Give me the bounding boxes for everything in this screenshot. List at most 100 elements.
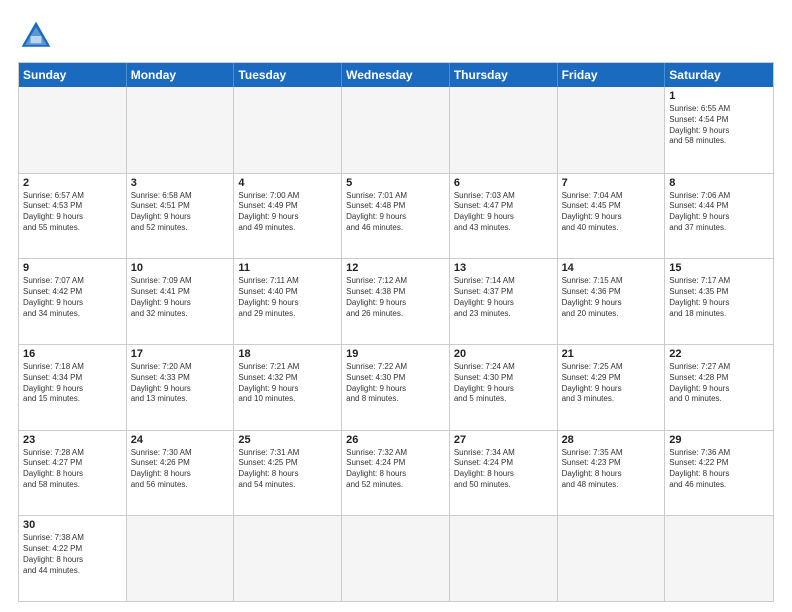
day-number: 28 (562, 434, 661, 446)
cal-cell: 14 Sunrise: 7:15 AM Sunset: 4:36 PM Dayli… (558, 259, 666, 344)
sun-info: Sunrise: 7:30 AM Sunset: 4:26 PM Dayligh… (131, 448, 230, 491)
day-number: 11 (238, 262, 337, 274)
day-number: 12 (346, 262, 445, 274)
sun-info: Sunrise: 7:09 AM Sunset: 4:41 PM Dayligh… (131, 276, 230, 319)
sun-info: Sunrise: 7:28 AM Sunset: 4:27 PM Dayligh… (23, 448, 122, 491)
sun-info: Sunrise: 7:35 AM Sunset: 4:23 PM Dayligh… (562, 448, 661, 491)
day-number: 21 (562, 348, 661, 360)
cal-cell: 25Sunrise: 7:31 AM Sunset: 4:25 PM Dayli… (234, 431, 342, 516)
sun-info: Sunrise: 6:57 AM Sunset: 4:53 PM Dayligh… (23, 191, 122, 234)
cal-cell: 16 Sunrise: 7:18 AM Sunset: 4:34 PM Dayli… (19, 345, 127, 430)
sun-info: Sunrise: 7:21 AM Sunset: 4:32 PM Dayligh… (238, 362, 337, 405)
cal-cell: 6 Sunrise: 7:03 AM Sunset: 4:47 PM Daylig… (450, 174, 558, 259)
cal-cell: 27 Sunrise: 7:34 AM Sunset: 4:24 PM Dayli… (450, 431, 558, 516)
week-row-3: 16 Sunrise: 7:18 AM Sunset: 4:34 PM Dayli… (19, 344, 773, 430)
week-row-2: 9 Sunrise: 7:07 AM Sunset: 4:42 PM Daylig… (19, 258, 773, 344)
sun-info: Sunrise: 7:03 AM Sunset: 4:47 PM Dayligh… (454, 191, 553, 234)
cal-cell: 12Sunrise: 7:12 AM Sunset: 4:38 PM Dayli… (342, 259, 450, 344)
calendar-body: 1Sunrise: 6:55 AM Sunset: 4:54 PM Daylig… (19, 87, 773, 601)
cal-cell (665, 516, 773, 601)
header-sunday: Sunday (19, 63, 127, 87)
sun-info: Sunrise: 7:31 AM Sunset: 4:25 PM Dayligh… (238, 448, 337, 491)
sun-info: Sunrise: 7:00 AM Sunset: 4:49 PM Dayligh… (238, 191, 337, 234)
cal-cell: 20Sunrise: 7:24 AM Sunset: 4:30 PM Dayli… (450, 345, 558, 430)
sun-info: Sunrise: 7:32 AM Sunset: 4:24 PM Dayligh… (346, 448, 445, 491)
week-row-5: 30Sunrise: 7:38 AM Sunset: 4:22 PM Dayli… (19, 515, 773, 601)
day-number: 16 (23, 348, 122, 360)
cal-cell (558, 87, 666, 173)
day-number: 6 (454, 177, 553, 189)
cal-cell (450, 516, 558, 601)
cal-cell: 2 Sunrise: 6:57 AM Sunset: 4:53 PM Daylig… (19, 174, 127, 259)
sun-info: Sunrise: 7:20 AM Sunset: 4:33 PM Dayligh… (131, 362, 230, 405)
sun-info: Sunrise: 7:01 AM Sunset: 4:48 PM Dayligh… (346, 191, 445, 234)
header-thursday: Thursday (450, 63, 558, 87)
header-friday: Friday (558, 63, 666, 87)
day-number: 1 (669, 90, 769, 102)
header-tuesday: Tuesday (234, 63, 342, 87)
cal-cell (558, 516, 666, 601)
sun-info: Sunrise: 7:24 AM Sunset: 4:30 PM Dayligh… (454, 362, 553, 405)
day-number: 8 (669, 177, 769, 189)
sun-info: Sunrise: 7:11 AM Sunset: 4:40 PM Dayligh… (238, 276, 337, 319)
cal-cell (342, 87, 450, 173)
cal-cell (234, 87, 342, 173)
page: SundayMondayTuesdayWednesdayThursdayFrid… (0, 0, 792, 612)
cal-cell (342, 516, 450, 601)
day-number: 22 (669, 348, 769, 360)
day-number: 15 (669, 262, 769, 274)
cal-cell: 23 Sunrise: 7:28 AM Sunset: 4:27 PM Dayli… (19, 431, 127, 516)
day-number: 13 (454, 262, 553, 274)
sun-info: Sunrise: 7:34 AM Sunset: 4:24 PM Dayligh… (454, 448, 553, 491)
cal-cell: 8Sunrise: 7:06 AM Sunset: 4:44 PM Daylig… (665, 174, 773, 259)
cal-cell (19, 87, 127, 173)
cal-cell (450, 87, 558, 173)
day-number: 18 (238, 348, 337, 360)
sun-info: Sunrise: 7:22 AM Sunset: 4:30 PM Dayligh… (346, 362, 445, 405)
day-number: 19 (346, 348, 445, 360)
cal-cell: 7 Sunrise: 7:04 AM Sunset: 4:45 PM Daylig… (558, 174, 666, 259)
day-number: 24 (131, 434, 230, 446)
sun-info: Sunrise: 7:15 AM Sunset: 4:36 PM Dayligh… (562, 276, 661, 319)
day-number: 29 (669, 434, 769, 446)
sun-info: Sunrise: 7:27 AM Sunset: 4:28 PM Dayligh… (669, 362, 769, 405)
cal-cell: 13 Sunrise: 7:14 AM Sunset: 4:37 PM Dayli… (450, 259, 558, 344)
day-number: 27 (454, 434, 553, 446)
sun-info: Sunrise: 7:17 AM Sunset: 4:35 PM Dayligh… (669, 276, 769, 319)
cal-cell: 19 Sunrise: 7:22 AM Sunset: 4:30 PM Dayli… (342, 345, 450, 430)
day-number: 14 (562, 262, 661, 274)
day-number: 26 (346, 434, 445, 446)
cal-cell (234, 516, 342, 601)
cal-cell: 11 Sunrise: 7:11 AM Sunset: 4:40 PM Dayli… (234, 259, 342, 344)
sun-info: Sunrise: 7:18 AM Sunset: 4:34 PM Dayligh… (23, 362, 122, 405)
sun-info: Sunrise: 7:25 AM Sunset: 4:29 PM Dayligh… (562, 362, 661, 405)
sun-info: Sunrise: 7:04 AM Sunset: 4:45 PM Dayligh… (562, 191, 661, 234)
cal-cell: 1Sunrise: 6:55 AM Sunset: 4:54 PM Daylig… (665, 87, 773, 173)
cal-cell: 29 Sunrise: 7:36 AM Sunset: 4:22 PM Dayli… (665, 431, 773, 516)
calendar: SundayMondayTuesdayWednesdayThursdayFrid… (18, 62, 774, 602)
day-number: 4 (238, 177, 337, 189)
cal-cell: 4 Sunrise: 7:00 AM Sunset: 4:49 PM Daylig… (234, 174, 342, 259)
day-number: 23 (23, 434, 122, 446)
week-row-1: 2 Sunrise: 6:57 AM Sunset: 4:53 PM Daylig… (19, 173, 773, 259)
day-number: 3 (131, 177, 230, 189)
cal-cell: 24 Sunrise: 7:30 AM Sunset: 4:26 PM Dayli… (127, 431, 235, 516)
cal-cell (127, 516, 235, 601)
week-row-4: 23 Sunrise: 7:28 AM Sunset: 4:27 PM Dayli… (19, 430, 773, 516)
cal-cell: 10 Sunrise: 7:09 AM Sunset: 4:41 PM Dayli… (127, 259, 235, 344)
sun-info: Sunrise: 7:07 AM Sunset: 4:42 PM Dayligh… (23, 276, 122, 319)
logo-icon (18, 18, 54, 54)
sun-info: Sunrise: 7:14 AM Sunset: 4:37 PM Dayligh… (454, 276, 553, 319)
day-number: 10 (131, 262, 230, 274)
header-monday: Monday (127, 63, 235, 87)
header-wednesday: Wednesday (342, 63, 450, 87)
day-number: 9 (23, 262, 122, 274)
sun-info: Sunrise: 7:38 AM Sunset: 4:22 PM Dayligh… (23, 533, 122, 576)
sun-info: Sunrise: 7:36 AM Sunset: 4:22 PM Dayligh… (669, 448, 769, 491)
day-number: 2 (23, 177, 122, 189)
cal-cell: 22 Sunrise: 7:27 AM Sunset: 4:28 PM Dayli… (665, 345, 773, 430)
cal-cell: 3Sunrise: 6:58 AM Sunset: 4:51 PM Daylig… (127, 174, 235, 259)
week-row-0: 1Sunrise: 6:55 AM Sunset: 4:54 PM Daylig… (19, 87, 773, 173)
day-number: 7 (562, 177, 661, 189)
cal-cell: 18 Sunrise: 7:21 AM Sunset: 4:32 PM Dayli… (234, 345, 342, 430)
